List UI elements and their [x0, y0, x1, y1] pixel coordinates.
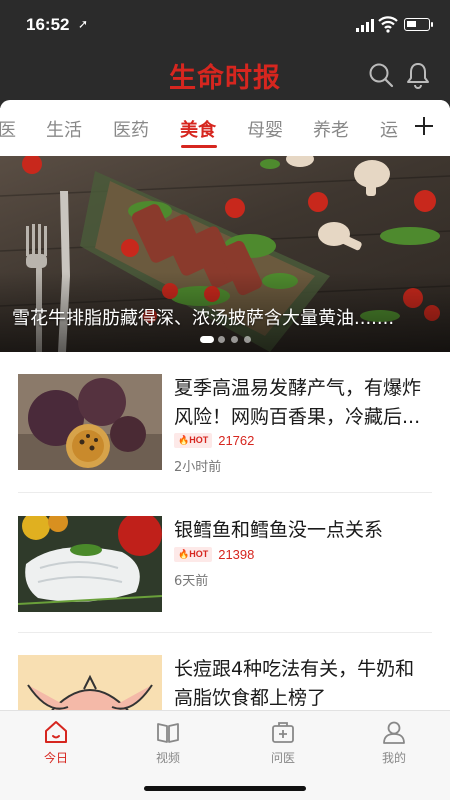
carousel-dot[interactable] [244, 336, 251, 343]
divider [18, 492, 432, 493]
book-icon [157, 723, 179, 743]
carousel-dot[interactable] [200, 336, 214, 343]
search-icon[interactable] [368, 62, 394, 88]
tab-medicine[interactable]: 医药 [113, 116, 149, 142]
article-title[interactable]: 长痘跟4种吃法有关，牛奶和高脂饮食都上榜了 [174, 655, 432, 713]
bell-icon[interactable] [405, 61, 431, 89]
cellular-signal-icon [356, 18, 374, 32]
article-title[interactable]: 夏季高温易发酵产气，有爆炸风险！网购百香果，冷藏后... [174, 374, 432, 432]
banner-title[interactable]: 雪花牛排脂肪藏得深、浓汤披萨含大量黄油....... [12, 304, 442, 330]
tab-elderly[interactable]: 养老 [313, 116, 349, 142]
nav-label: 问医 [270, 751, 295, 765]
home-icon [45, 721, 67, 743]
plus-icon[interactable] [414, 116, 434, 136]
hot-count: 21762 [218, 433, 255, 448]
nav-label: 我的 [381, 751, 406, 765]
hot-label: HOT [189, 435, 209, 445]
nav-mine[interactable]: 我的 [364, 719, 424, 766]
tab-life[interactable]: 生活 [46, 116, 82, 142]
status-time: 16:52 [26, 15, 70, 34]
article-title[interactable]: 银鳕鱼和鳕鱼没一点关系 [174, 516, 432, 545]
nav-label: 今日 [43, 751, 68, 765]
user-icon [383, 721, 405, 744]
hot-badge: 🔥HOT [174, 433, 213, 448]
hot-label: HOT [189, 549, 209, 559]
nav-video[interactable]: 视频 [138, 719, 198, 766]
category-tabs: 医 生活 医药 美食 母婴 养老 运 [0, 100, 450, 156]
article-item[interactable]: 夏季高温易发酵产气，有爆炸风险！网购百香果，冷藏后... 🔥HOT 21762 2… [18, 374, 432, 494]
article-hot-meta: 🔥HOT 21398 [174, 547, 254, 562]
nav-today[interactable]: 今日 [26, 719, 86, 766]
carousel-dot[interactable] [218, 336, 225, 343]
passion-fruit-photo [18, 374, 162, 470]
nav-ask-doctor[interactable]: 问医 [253, 719, 313, 766]
article-time: 2小时前 [174, 460, 222, 475]
medical-kit-icon [272, 722, 294, 743]
divider [18, 632, 432, 633]
article-time: 6天前 [174, 574, 209, 589]
hot-badge: 🔥HOT [174, 547, 213, 562]
status-bar: 16:52 ➚ [0, 0, 450, 50]
carousel-dot[interactable] [231, 336, 238, 343]
wifi-icon [378, 16, 398, 33]
battery-icon [404, 18, 433, 31]
carousel-dots [200, 336, 260, 344]
cod-fish-photo [18, 516, 162, 612]
tab-sport[interactable]: 运 [380, 116, 398, 142]
article-item[interactable]: 银鳕鱼和鳕鱼没一点关系 🔥HOT 21398 6天前 [18, 516, 432, 636]
hot-count: 21398 [218, 547, 255, 562]
app-header: 16:52 ➚ 生命时报 [0, 0, 450, 108]
tab-yi[interactable]: 医 [0, 116, 16, 142]
home-indicator[interactable] [144, 786, 306, 791]
tab-maternal[interactable]: 母婴 [247, 116, 283, 142]
featured-banner[interactable]: 雪花牛排脂肪藏得深、浓汤披萨含大量黄油....... [0, 156, 450, 352]
active-tab-indicator [181, 145, 217, 148]
nav-label: 视频 [155, 751, 180, 765]
article-hot-meta: 🔥HOT 21762 [174, 433, 254, 448]
tab-food[interactable]: 美食 [180, 116, 216, 142]
location-arrow-icon: ➚ [78, 17, 89, 31]
